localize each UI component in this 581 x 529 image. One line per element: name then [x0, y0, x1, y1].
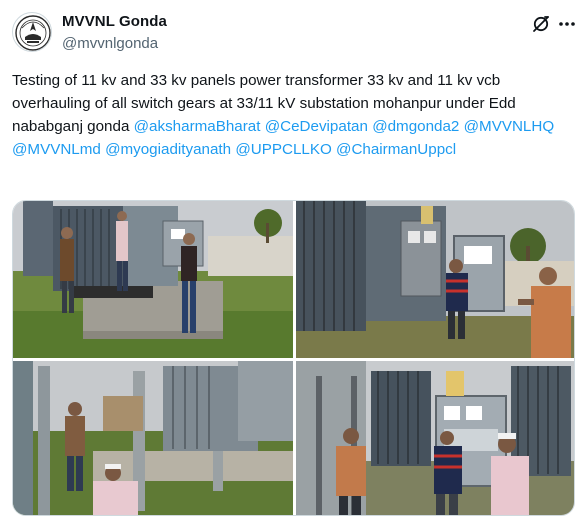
transformer-photo: [296, 361, 574, 515]
media-grid: [12, 200, 575, 516]
grok-button[interactable]: [530, 13, 552, 35]
mention-link[interactable]: @myogiadityanath: [105, 141, 231, 158]
account-handle[interactable]: @mvvnlgonda: [62, 35, 158, 52]
transformer-photo: [296, 201, 574, 358]
photo-3[interactable]: [13, 361, 293, 515]
transformer-photo: [13, 361, 293, 515]
photo-1[interactable]: [13, 201, 293, 358]
more-horizontal-icon: [559, 22, 575, 26]
grok-icon: [533, 16, 549, 32]
mention-link[interactable]: @aksharmaBharat: [134, 118, 261, 135]
photo-4[interactable]: [296, 361, 574, 515]
mention-link[interactable]: @UPPCLLKO: [235, 141, 331, 158]
mention-link[interactable]: @dmgonda2: [372, 118, 459, 135]
display-name[interactable]: MVVNL Gonda: [62, 13, 167, 30]
mvvnl-emblem-icon: [15, 15, 51, 51]
mention-link[interactable]: @MVVNLHQ: [464, 118, 555, 135]
account-avatar[interactable]: [12, 12, 52, 52]
mention-link[interactable]: @MVVNLmd: [12, 141, 101, 158]
tweet-card: MVVNL Gonda @mvvnlgonda Testing of 11 kv…: [0, 0, 581, 529]
mention-link[interactable]: @ChairmanUppcl: [336, 141, 456, 158]
more-options-button[interactable]: [556, 13, 578, 35]
mention-link[interactable]: @CeDevipatan: [265, 118, 368, 135]
photo-2[interactable]: [296, 201, 574, 358]
tweet-text: Testing of 11 kv and 33 kv panels power …: [12, 69, 572, 161]
transformer-photo: [13, 201, 293, 358]
